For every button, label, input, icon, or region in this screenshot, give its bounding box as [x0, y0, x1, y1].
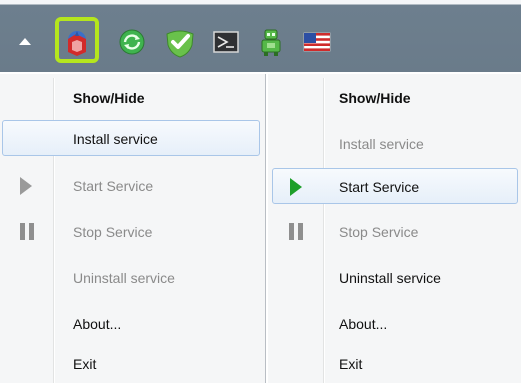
menu-item-about[interactable]: About... [268, 306, 521, 342]
menu-item-start-service[interactable]: Start Service [0, 168, 264, 204]
console-window-icon[interactable] [209, 25, 243, 59]
menu-item-label: Stop Service [339, 224, 419, 240]
menu-item-label: Uninstall service [73, 270, 175, 286]
menu-item-about[interactable]: About... [0, 306, 264, 342]
menu-item-stop-service[interactable]: Stop Service [268, 214, 521, 250]
menu-item-install-service[interactable]: Install service [2, 120, 260, 156]
pause-icon [289, 223, 307, 241]
menu-item-show-hide[interactable]: Show/Hide [0, 80, 264, 116]
menu-item-label: Exit [339, 356, 363, 372]
menu-item-label: Start Service [339, 179, 420, 195]
menu-item-label: Uninstall service [339, 270, 441, 286]
notification-tray [0, 0, 521, 72]
menu-item-start-service[interactable]: Start Service [272, 168, 518, 204]
context-menu-right: Show/Hide Install service Start Service … [268, 74, 521, 383]
menu-item-stop-service[interactable]: Stop Service [0, 214, 264, 250]
play-icon [290, 178, 302, 196]
menu-item-label: Show/Hide [73, 90, 145, 106]
tray-icon-highlight [55, 17, 99, 63]
menu-item-label: Show/Hide [339, 90, 411, 106]
menu-item-exit[interactable]: Exit [268, 346, 521, 382]
tray-overflow-arrow-icon[interactable] [19, 38, 31, 45]
menu-item-install-service[interactable]: Install service [268, 126, 521, 162]
menu-item-label: Start Service [73, 178, 154, 194]
play-icon [20, 177, 32, 195]
menu-item-label: Stop Service [73, 224, 153, 240]
context-menu-left: Show/Hide Install service Start Service … [0, 74, 266, 383]
pause-icon [20, 223, 38, 241]
menu-item-show-hide[interactable]: Show/Hide [268, 80, 521, 116]
menu-item-label: Install service [73, 131, 158, 147]
menu-item-uninstall-service[interactable]: Uninstall service [0, 260, 264, 296]
us-flag-icon[interactable] [300, 25, 334, 59]
menu-item-label: Install service [339, 136, 424, 152]
menu-item-label: Exit [73, 356, 97, 372]
checkmark-shield-icon[interactable] [163, 25, 197, 59]
menu-item-label: About... [339, 316, 388, 332]
menu-item-uninstall-service[interactable]: Uninstall service [268, 260, 521, 296]
network-robot-icon[interactable] [254, 25, 288, 59]
sync-icon[interactable] [115, 25, 149, 59]
menu-item-label: About... [73, 316, 122, 332]
menu-item-exit[interactable]: Exit [0, 346, 264, 382]
